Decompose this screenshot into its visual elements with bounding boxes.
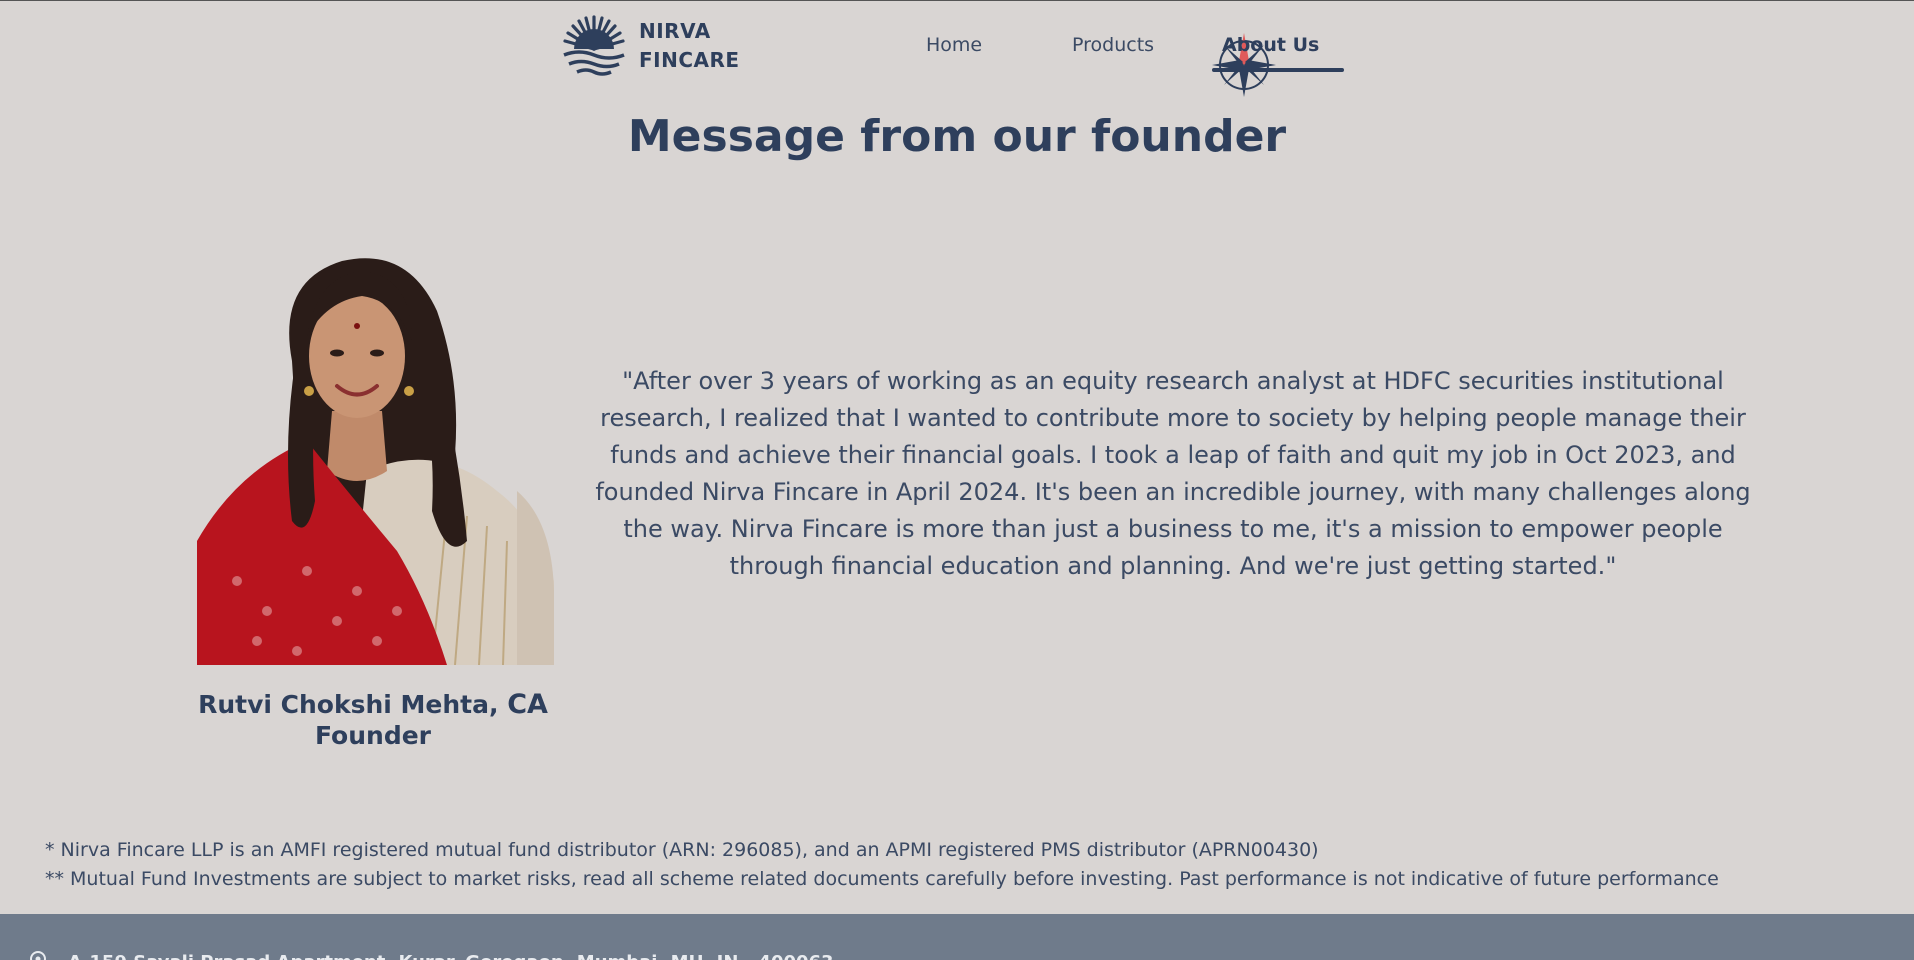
brand-name-line1: NIRVA	[639, 19, 711, 43]
founder-credential: CA	[507, 689, 548, 720]
disclaimer-registration: * Nirva Fincare LLP is an AMFI registere…	[45, 839, 1319, 861]
founder-photo	[197, 241, 554, 665]
page: NIRVA FINCARE Home Products About Us Mes…	[0, 0, 1914, 960]
sun-wave-logo-icon	[563, 15, 625, 76]
brand-logo[interactable]: NIRVA FINCARE	[561, 13, 740, 79]
map-pin-icon	[30, 951, 46, 960]
brand-name: NIRVA FINCARE	[639, 17, 740, 75]
footer: A-159 Sayali Prasad Apartment, Kurar, Go…	[0, 914, 1914, 960]
founder-name-block: Rutvi Chokshi Mehta, CA Founder	[173, 689, 573, 751]
page-title: Message from our founder	[627, 111, 1287, 162]
nav-about-us[interactable]: About Us	[1222, 34, 1319, 56]
disclaimer-market-risk: ** Mutual Fund Investments are subject t…	[45, 868, 1719, 890]
nav-home[interactable]: Home	[926, 34, 982, 56]
nav-products[interactable]: Products	[1072, 34, 1154, 56]
brand-name-line2: FINCARE	[639, 48, 740, 72]
founder-role: Founder	[314, 721, 431, 750]
founder-quote: "After over 3 years of working as an equ…	[595, 367, 1751, 580]
footer-address[interactable]: A-159 Sayali Prasad Apartment, Kurar, Go…	[68, 952, 834, 960]
founder-name: Rutvi Chokshi Mehta,	[198, 690, 508, 719]
disclaimers: * Nirva Fincare LLP is an AMFI registere…	[45, 836, 1719, 894]
